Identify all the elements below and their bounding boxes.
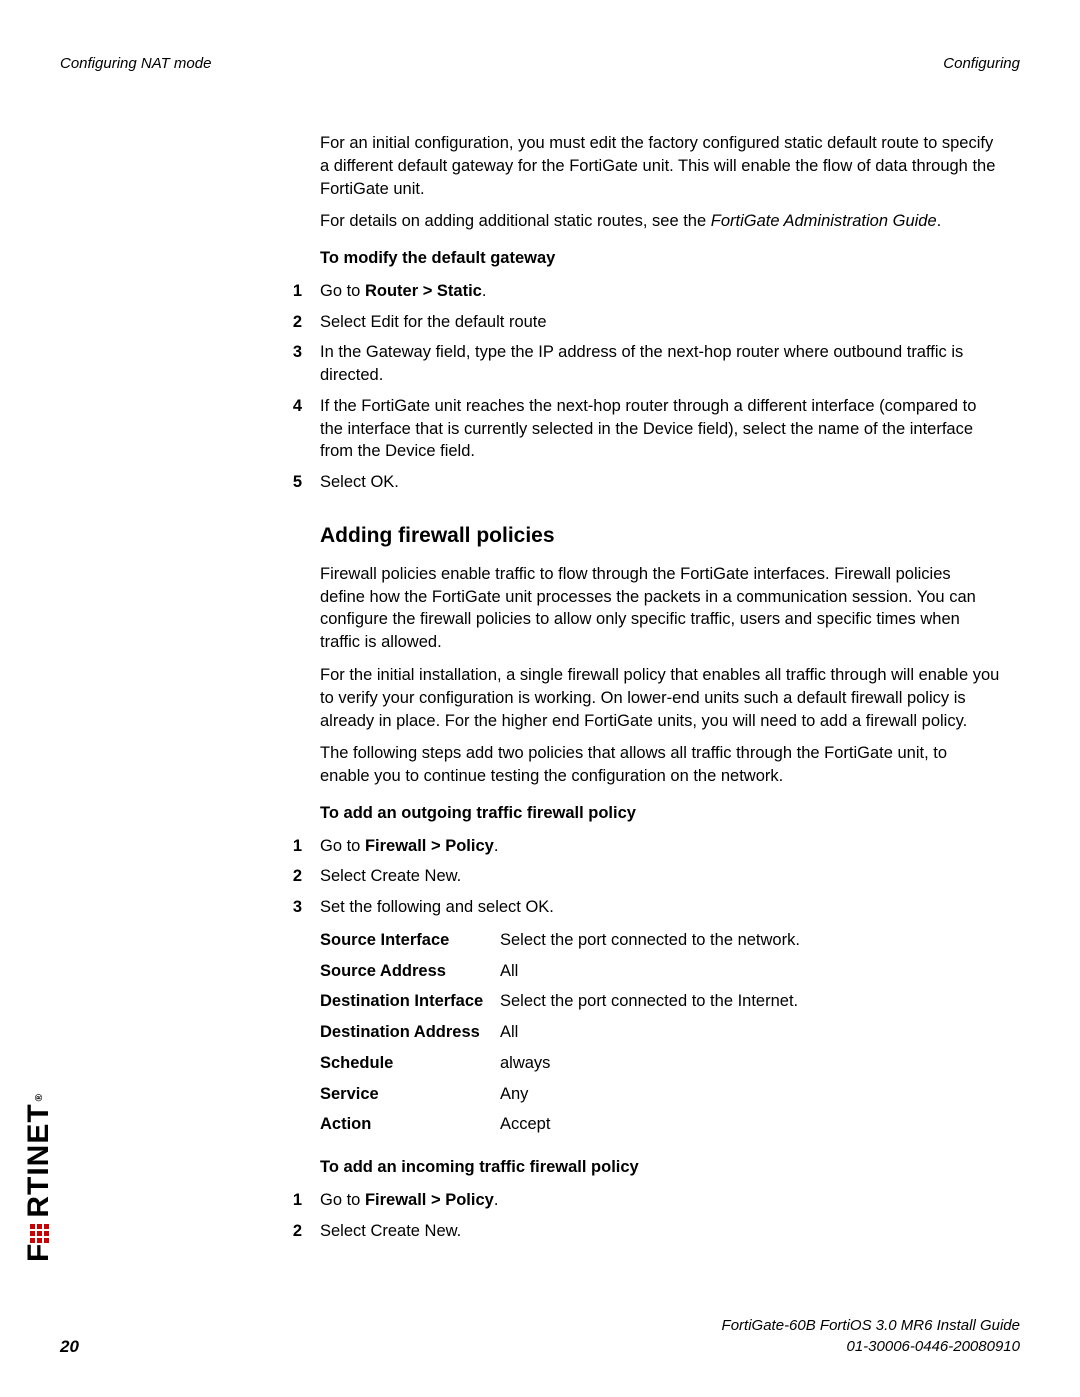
step-item: 3Set the following and select OK. xyxy=(320,896,1000,919)
step-number: 1 xyxy=(276,1189,320,1212)
step-item: 2Select Create New. xyxy=(320,1220,1000,1243)
step-number: 4 xyxy=(276,395,320,463)
step-item: 3In the Gateway field, type the IP addre… xyxy=(320,341,1000,387)
page-number: 20 xyxy=(60,1337,79,1357)
intro2-guide-ref: FortiGate Administration Guide xyxy=(711,212,937,230)
step-number: 3 xyxy=(276,341,320,387)
step-body: Go to Router > Static. xyxy=(320,280,1000,303)
param-value: Select the port connected to the network… xyxy=(500,929,1000,952)
fortinet-logo: F RTINET ® xyxy=(22,1093,56,1262)
step-item: 1Go to Firewall > Policy. xyxy=(320,1189,1000,1212)
param-row: ServiceAny xyxy=(320,1083,1000,1106)
footer-line-1: FortiGate-60B FortiOS 3.0 MR6 Install Gu… xyxy=(60,1315,1020,1336)
intro-paragraph-2: For details on adding additional static … xyxy=(320,210,1000,233)
step-bold-path: Router > Static xyxy=(365,282,482,300)
step-body: Select Edit for the default route xyxy=(320,311,1000,334)
param-name: Action xyxy=(320,1113,500,1136)
intro2-prefix: For details on adding additional static … xyxy=(320,212,711,230)
param-name: Destination Address xyxy=(320,1021,500,1044)
param-value: Any xyxy=(500,1083,1000,1106)
intro2-suffix: . xyxy=(937,212,942,230)
steps-modify-gateway: 1Go to Router > Static. 2Select Edit for … xyxy=(320,280,1000,494)
header-left: Configuring NAT mode xyxy=(60,55,211,72)
step-number: 2 xyxy=(276,1220,320,1243)
subhead-incoming-policy: To add an incoming traffic firewall poli… xyxy=(320,1156,1000,1179)
step-body: Go to Firewall > Policy. xyxy=(320,835,1000,858)
param-name: Destination Interface xyxy=(320,990,500,1013)
step-body: Select Create New. xyxy=(320,1220,1000,1243)
step-item: 2Select Create New. xyxy=(320,865,1000,888)
step-item: 2Select Edit for the default route xyxy=(320,311,1000,334)
logo-registered: ® xyxy=(34,1093,45,1101)
step-number: 5 xyxy=(276,471,320,494)
section-heading-firewall: Adding firewall policies xyxy=(320,522,1000,551)
header-right: Configuring xyxy=(943,55,1020,72)
logo-dots-icon xyxy=(30,1224,49,1243)
step-item: 1Go to Router > Static. xyxy=(320,280,1000,303)
logo-letter-f: F xyxy=(22,1243,56,1262)
step-number: 2 xyxy=(276,311,320,334)
step-body: Go to Firewall > Policy. xyxy=(320,1189,1000,1212)
step-bold-path: Firewall > Policy xyxy=(365,837,494,855)
step-item: 5Select OK. xyxy=(320,471,1000,494)
param-name: Source Interface xyxy=(320,929,500,952)
firewall-paragraph-1: Firewall policies enable traffic to flow… xyxy=(320,563,1000,654)
param-value: Accept xyxy=(500,1113,1000,1136)
step-number: 1 xyxy=(276,835,320,858)
step-number: 1 xyxy=(276,280,320,303)
step-item: 1Go to Firewall > Policy. xyxy=(320,835,1000,858)
step-body: In the Gateway field, type the IP addres… xyxy=(320,341,1000,387)
param-value: Select the port connected to the Interne… xyxy=(500,990,1000,1013)
step-body: Select Create New. xyxy=(320,865,1000,888)
subhead-outgoing-policy: To add an outgoing traffic firewall poli… xyxy=(320,802,1000,825)
param-name: Service xyxy=(320,1083,500,1106)
param-row: Source AddressAll xyxy=(320,960,1000,983)
steps-incoming-policy: 1Go to Firewall > Policy. 2Select Create … xyxy=(320,1189,1000,1243)
param-value: All xyxy=(500,1021,1000,1044)
intro-paragraph-1: For an initial configuration, you must e… xyxy=(320,132,1000,200)
param-row: Schedulealways xyxy=(320,1052,1000,1075)
step-number: 3 xyxy=(276,896,320,919)
firewall-paragraph-2: For the initial installation, a single f… xyxy=(320,664,1000,732)
policy-parameter-table: Source InterfaceSelect the port connecte… xyxy=(320,929,1000,1136)
step-body: Select OK. xyxy=(320,471,1000,494)
steps-outgoing-policy: 1Go to Firewall > Policy. 2Select Create … xyxy=(320,835,1000,919)
param-row: ActionAccept xyxy=(320,1113,1000,1136)
param-name: Schedule xyxy=(320,1052,500,1075)
param-row: Source InterfaceSelect the port connecte… xyxy=(320,929,1000,952)
param-value: All xyxy=(500,960,1000,983)
step-item: 4If the FortiGate unit reaches the next-… xyxy=(320,395,1000,463)
step-body: If the FortiGate unit reaches the next-h… xyxy=(320,395,1000,463)
step-bold-path: Firewall > Policy xyxy=(365,1191,494,1209)
param-value: always xyxy=(500,1052,1000,1075)
subhead-modify-gateway: To modify the default gateway xyxy=(320,247,1000,270)
firewall-paragraph-3: The following steps add two policies tha… xyxy=(320,742,1000,788)
step-body: Set the following and select OK. xyxy=(320,896,1000,919)
param-row: Destination InterfaceSelect the port con… xyxy=(320,990,1000,1013)
step-number: 2 xyxy=(276,865,320,888)
logo-rest: RTINET xyxy=(22,1103,56,1217)
param-name: Source Address xyxy=(320,960,500,983)
param-row: Destination AddressAll xyxy=(320,1021,1000,1044)
footer-line-2: 01-30006-0446-20080910 xyxy=(60,1336,1020,1357)
